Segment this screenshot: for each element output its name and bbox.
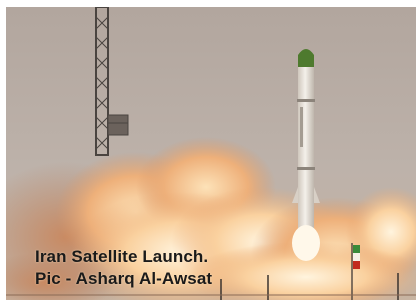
caption-line-title: Iran Satellite Launch. [35, 247, 209, 266]
image-frame: Iran Satellite Launch. Pic - Asharq Al-A… [0, 0, 418, 302]
photo-caption: Iran Satellite Launch. Pic - Asharq Al-A… [35, 246, 212, 290]
caption-line-credit: Pic - Asharq Al-Awsat [35, 269, 213, 288]
